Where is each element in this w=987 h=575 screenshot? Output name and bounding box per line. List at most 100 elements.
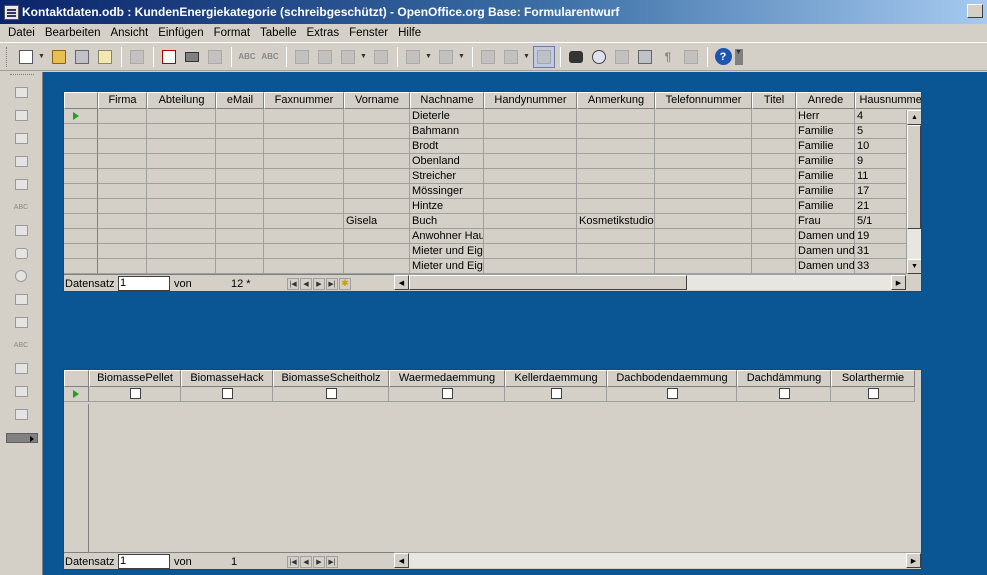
new-dropdown-arrow[interactable]: ▼ (38, 53, 45, 60)
table-row[interactable]: Obenland Familie 9 (64, 154, 921, 169)
checkbox-cell[interactable] (831, 387, 915, 402)
formatting-marks-button[interactable]: ¶ (657, 46, 679, 68)
column-header[interactable]: eMail (216, 92, 264, 109)
scroll-left-button[interactable]: ◀ (394, 275, 409, 290)
page-preview-button[interactable] (204, 46, 226, 68)
menu-tabelle[interactable]: Tabelle (256, 27, 302, 39)
table-cell[interactable] (752, 109, 796, 124)
table-cell[interactable] (577, 169, 655, 184)
table-cell[interactable] (484, 109, 577, 124)
table-cell[interactable] (216, 124, 264, 139)
table-cell[interactable] (344, 124, 410, 139)
horizontal-scroll-thumb[interactable] (409, 275, 687, 290)
table-cell[interactable]: Familie (796, 199, 855, 214)
spellcheck-button[interactable]: ABC (236, 46, 258, 68)
table-cell[interactable] (484, 124, 577, 139)
table-cell[interactable] (264, 139, 344, 154)
previous-record-button[interactable]: ◀ (300, 277, 312, 290)
table-cell[interactable] (655, 154, 752, 169)
table-cell[interactable] (484, 169, 577, 184)
paste-dropdown-arrow[interactable]: ▼ (360, 53, 367, 60)
scroll-left-button[interactable]: ◀ (394, 553, 409, 568)
form-toolbar-overflow-button[interactable] (6, 433, 38, 443)
table-cell[interactable] (484, 214, 577, 229)
more-controls-button[interactable] (12, 360, 30, 376)
column-header[interactable]: Abteilung (147, 92, 216, 109)
column-header[interactable]: Hausnummer (855, 92, 921, 109)
table-cell[interactable] (98, 214, 147, 229)
contacts-table-control[interactable]: Firma Abteilung eMail Faxnummer Vorname Nachn… (63, 91, 922, 292)
select-tool-button[interactable] (12, 84, 30, 100)
column-header[interactable]: Waermedaemmung (389, 370, 505, 387)
table-row[interactable] (64, 387, 921, 402)
record-number-input[interactable]: 1 (118, 276, 170, 291)
table-cell[interactable] (655, 229, 752, 244)
table-cell[interactable] (98, 199, 147, 214)
table-cell[interactable] (655, 169, 752, 184)
window-titlebar[interactable]: Kontaktdaten.odb : KundenEnergiekategori… (0, 0, 987, 24)
table-cell[interactable] (264, 259, 344, 274)
form-design-button[interactable] (12, 153, 30, 169)
export-pdf-button[interactable] (158, 46, 180, 68)
menu-fenster[interactable]: Fenster (345, 27, 394, 39)
checkbox-cell[interactable] (181, 387, 273, 402)
toolbar-options-arrow[interactable]: ▼ (735, 48, 743, 65)
table-cell[interactable] (216, 184, 264, 199)
menu-hilfe[interactable]: Hilfe (394, 27, 427, 39)
table-cell[interactable]: Bahmann (410, 124, 484, 139)
table-cell[interactable] (577, 229, 655, 244)
table-cell[interactable] (577, 244, 655, 259)
open-button[interactable] (48, 46, 70, 68)
table-cell[interactable] (577, 139, 655, 154)
table-cell[interactable] (484, 259, 577, 274)
option-button-control-button[interactable] (12, 268, 30, 284)
table-cell[interactable] (147, 154, 216, 169)
checkbox-cell[interactable] (389, 387, 505, 402)
table-cell[interactable]: Damen und (796, 229, 855, 244)
table-cell[interactable] (98, 109, 147, 124)
table-cell[interactable] (655, 124, 752, 139)
redo-dropdown-arrow[interactable]: ▼ (458, 53, 465, 60)
table-cell[interactable]: Streicher (410, 169, 484, 184)
table-row[interactable]: Mieter und Eige Damen und 33 (64, 259, 921, 274)
row-header[interactable] (64, 229, 98, 244)
table-cell[interactable]: Obenland (410, 154, 484, 169)
column-header[interactable]: BiomasseScheitholz (273, 370, 389, 387)
table-cell[interactable] (344, 229, 410, 244)
table-cell[interactable]: Familie (796, 154, 855, 169)
row-header[interactable] (64, 259, 98, 274)
checkbox[interactable] (326, 388, 337, 399)
table-row[interactable]: Gisela Buch Kosmetikstudio Frau 5/1 (64, 214, 921, 229)
column-header[interactable]: Handynummer (484, 92, 577, 109)
table-cell[interactable] (484, 229, 577, 244)
column-header[interactable]: Nachname (410, 92, 484, 109)
table-cell[interactable] (216, 139, 264, 154)
table-cell[interactable] (484, 139, 577, 154)
table-cell[interactable] (147, 244, 216, 259)
table-cell[interactable] (344, 184, 410, 199)
table-cell[interactable]: Familie (796, 124, 855, 139)
row-header[interactable] (64, 124, 98, 139)
table-cell[interactable] (264, 214, 344, 229)
checkbox[interactable] (868, 388, 879, 399)
table-cell[interactable] (484, 154, 577, 169)
table-cell[interactable] (147, 214, 216, 229)
row-header[interactable] (64, 199, 98, 214)
push-button-control-button[interactable] (12, 245, 30, 261)
table-cell[interactable]: Damen und (796, 244, 855, 259)
table-cell[interactable] (98, 169, 147, 184)
table-cell[interactable]: Kosmetikstudio (577, 214, 655, 229)
table-cell[interactable] (344, 199, 410, 214)
save-button[interactable] (71, 46, 93, 68)
label-field-button[interactable]: ABC (12, 337, 30, 353)
table-cell[interactable] (216, 214, 264, 229)
cut-button[interactable] (291, 46, 313, 68)
table-cell[interactable] (752, 244, 796, 259)
table-cell[interactable]: Frau (796, 214, 855, 229)
menu-datei[interactable]: Datei (4, 27, 41, 39)
table-cell[interactable]: Dieterle (410, 109, 484, 124)
redo-button[interactable] (435, 46, 457, 68)
format-paintbrush-button[interactable] (370, 46, 392, 68)
table-cell[interactable] (655, 199, 752, 214)
column-header[interactable]: Anmerkung (577, 92, 655, 109)
